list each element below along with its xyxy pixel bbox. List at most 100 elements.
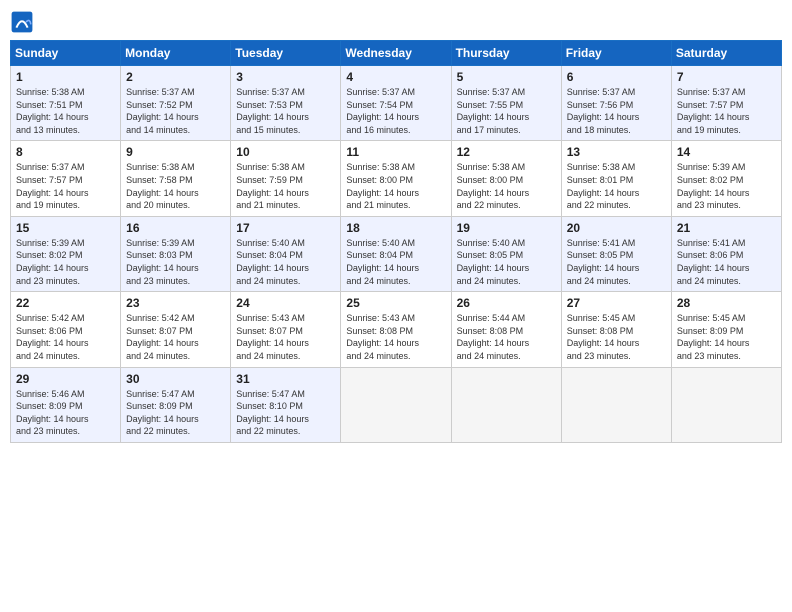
day-number: 10 <box>236 145 335 159</box>
calendar-cell: 6 Sunrise: 5:37 AM Sunset: 7:56 PM Daylig… <box>561 66 671 141</box>
day-info: Sunrise: 5:37 AM Sunset: 7:52 PM Dayligh… <box>126 86 225 136</box>
day-info: Sunrise: 5:37 AM Sunset: 7:54 PM Dayligh… <box>346 86 445 136</box>
day-info: Sunrise: 5:39 AM Sunset: 8:02 PM Dayligh… <box>16 237 115 287</box>
calendar-cell: 21Sunrise: 5:41 AM Sunset: 8:06 PM Dayli… <box>671 216 781 291</box>
day-info: Sunrise: 5:37 AM Sunset: 7:57 PM Dayligh… <box>16 161 115 211</box>
calendar-cell: 10 Sunrise: 5:38 AM Sunset: 7:59 PM Dayli… <box>231 141 341 216</box>
day-info: Sunrise: 5:41 AM Sunset: 8:06 PM Dayligh… <box>677 237 776 287</box>
day-info: Sunrise: 5:42 AM Sunset: 8:06 PM Dayligh… <box>16 312 115 362</box>
calendar-cell <box>451 367 561 442</box>
day-number: 26 <box>457 296 556 310</box>
calendar-cell: 26 Sunrise: 5:44 AM Sunset: 8:08 PM Dayli… <box>451 292 561 367</box>
calendar-cell: 14 Sunrise: 5:39 AM Sunset: 8:02 PM Dayli… <box>671 141 781 216</box>
day-info: Sunrise: 5:38 AM Sunset: 8:00 PM Dayligh… <box>346 161 445 211</box>
day-info: Sunrise: 5:47 AM Sunset: 8:09 PM Dayligh… <box>126 388 225 438</box>
day-info: Sunrise: 5:37 AM Sunset: 7:53 PM Dayligh… <box>236 86 335 136</box>
day-info: Sunrise: 5:45 AM Sunset: 8:08 PM Dayligh… <box>567 312 666 362</box>
day-info: Sunrise: 5:41 AM Sunset: 8:05 PM Dayligh… <box>567 237 666 287</box>
calendar-cell: 20 Sunrise: 5:41 AM Sunset: 8:05 PM Dayli… <box>561 216 671 291</box>
column-header-saturday: Saturday <box>671 41 781 66</box>
day-number: 4 <box>346 70 445 84</box>
calendar-table: SundayMondayTuesdayWednesdayThursdayFrid… <box>10 40 782 443</box>
day-info: Sunrise: 5:42 AM Sunset: 8:07 PM Dayligh… <box>126 312 225 362</box>
day-number: 28 <box>677 296 776 310</box>
day-number: 8 <box>16 145 115 159</box>
calendar-week-row: 29 Sunrise: 5:46 AM Sunset: 8:09 PM Dayli… <box>11 367 782 442</box>
calendar-cell: 24 Sunrise: 5:43 AM Sunset: 8:07 PM Dayli… <box>231 292 341 367</box>
day-number: 9 <box>126 145 225 159</box>
calendar-cell: 3Sunrise: 5:37 AM Sunset: 7:53 PM Daylig… <box>231 66 341 141</box>
calendar-cell: 15Sunrise: 5:39 AM Sunset: 8:02 PM Dayli… <box>11 216 121 291</box>
calendar-header-row: SundayMondayTuesdayWednesdayThursdayFrid… <box>11 41 782 66</box>
day-number: 12 <box>457 145 556 159</box>
calendar-week-row: 15Sunrise: 5:39 AM Sunset: 8:02 PM Dayli… <box>11 216 782 291</box>
day-number: 2 <box>126 70 225 84</box>
day-info: Sunrise: 5:38 AM Sunset: 7:59 PM Dayligh… <box>236 161 335 211</box>
day-info: Sunrise: 5:37 AM Sunset: 7:56 PM Dayligh… <box>567 86 666 136</box>
calendar-cell: 7 Sunrise: 5:37 AM Sunset: 7:57 PM Daylig… <box>671 66 781 141</box>
day-info: Sunrise: 5:39 AM Sunset: 8:02 PM Dayligh… <box>677 161 776 211</box>
calendar-cell: 16Sunrise: 5:39 AM Sunset: 8:03 PM Dayli… <box>121 216 231 291</box>
column-header-wednesday: Wednesday <box>341 41 451 66</box>
logo-icon <box>10 10 34 34</box>
day-info: Sunrise: 5:38 AM Sunset: 8:00 PM Dayligh… <box>457 161 556 211</box>
day-number: 31 <box>236 372 335 386</box>
calendar-cell: 28Sunrise: 5:45 AM Sunset: 8:09 PM Dayli… <box>671 292 781 367</box>
day-number: 25 <box>346 296 445 310</box>
day-number: 19 <box>457 221 556 235</box>
column-header-monday: Monday <box>121 41 231 66</box>
calendar-cell: 13 Sunrise: 5:38 AM Sunset: 8:01 PM Dayli… <box>561 141 671 216</box>
day-number: 24 <box>236 296 335 310</box>
day-info: Sunrise: 5:38 AM Sunset: 8:01 PM Dayligh… <box>567 161 666 211</box>
calendar-cell: 23 Sunrise: 5:42 AM Sunset: 8:07 PM Dayli… <box>121 292 231 367</box>
calendar-cell: 2 Sunrise: 5:37 AM Sunset: 7:52 PM Daylig… <box>121 66 231 141</box>
calendar-cell <box>561 367 671 442</box>
day-info: Sunrise: 5:46 AM Sunset: 8:09 PM Dayligh… <box>16 388 115 438</box>
calendar-cell: 17 Sunrise: 5:40 AM Sunset: 8:04 PM Dayli… <box>231 216 341 291</box>
calendar-cell: 11Sunrise: 5:38 AM Sunset: 8:00 PM Dayli… <box>341 141 451 216</box>
column-header-tuesday: Tuesday <box>231 41 341 66</box>
calendar-cell: 12 Sunrise: 5:38 AM Sunset: 8:00 PM Dayli… <box>451 141 561 216</box>
logo <box>10 10 38 34</box>
column-header-thursday: Thursday <box>451 41 561 66</box>
day-number: 17 <box>236 221 335 235</box>
day-info: Sunrise: 5:47 AM Sunset: 8:10 PM Dayligh… <box>236 388 335 438</box>
day-number: 7 <box>677 70 776 84</box>
calendar-week-row: 22 Sunrise: 5:42 AM Sunset: 8:06 PM Dayli… <box>11 292 782 367</box>
day-info: Sunrise: 5:37 AM Sunset: 7:55 PM Dayligh… <box>457 86 556 136</box>
day-info: Sunrise: 5:44 AM Sunset: 8:08 PM Dayligh… <box>457 312 556 362</box>
day-number: 5 <box>457 70 556 84</box>
day-number: 20 <box>567 221 666 235</box>
day-number: 22 <box>16 296 115 310</box>
day-info: Sunrise: 5:38 AM Sunset: 7:58 PM Dayligh… <box>126 161 225 211</box>
day-number: 6 <box>567 70 666 84</box>
day-info: Sunrise: 5:37 AM Sunset: 7:57 PM Dayligh… <box>677 86 776 136</box>
day-number: 14 <box>677 145 776 159</box>
calendar-cell: 8 Sunrise: 5:37 AM Sunset: 7:57 PM Daylig… <box>11 141 121 216</box>
day-number: 29 <box>16 372 115 386</box>
day-number: 13 <box>567 145 666 159</box>
day-info: Sunrise: 5:43 AM Sunset: 8:08 PM Dayligh… <box>346 312 445 362</box>
calendar-cell: 9 Sunrise: 5:38 AM Sunset: 7:58 PM Daylig… <box>121 141 231 216</box>
calendar-cell: 1Sunrise: 5:38 AM Sunset: 7:51 PM Daylig… <box>11 66 121 141</box>
calendar-cell: 4 Sunrise: 5:37 AM Sunset: 7:54 PM Daylig… <box>341 66 451 141</box>
calendar-cell: 19Sunrise: 5:40 AM Sunset: 8:05 PM Dayli… <box>451 216 561 291</box>
day-info: Sunrise: 5:40 AM Sunset: 8:04 PM Dayligh… <box>236 237 335 287</box>
calendar-cell: 27 Sunrise: 5:45 AM Sunset: 8:08 PM Dayli… <box>561 292 671 367</box>
calendar-cell: 31 Sunrise: 5:47 AM Sunset: 8:10 PM Dayli… <box>231 367 341 442</box>
day-info: Sunrise: 5:43 AM Sunset: 8:07 PM Dayligh… <box>236 312 335 362</box>
day-number: 30 <box>126 372 225 386</box>
calendar-cell: 30 Sunrise: 5:47 AM Sunset: 8:09 PM Dayli… <box>121 367 231 442</box>
calendar-cell: 25 Sunrise: 5:43 AM Sunset: 8:08 PM Dayli… <box>341 292 451 367</box>
day-number: 16 <box>126 221 225 235</box>
calendar-cell: 18Sunrise: 5:40 AM Sunset: 8:04 PM Dayli… <box>341 216 451 291</box>
day-number: 27 <box>567 296 666 310</box>
day-number: 18 <box>346 221 445 235</box>
calendar-cell <box>671 367 781 442</box>
calendar-cell: 29 Sunrise: 5:46 AM Sunset: 8:09 PM Dayli… <box>11 367 121 442</box>
day-number: 23 <box>126 296 225 310</box>
day-info: Sunrise: 5:38 AM Sunset: 7:51 PM Dayligh… <box>16 86 115 136</box>
calendar-cell <box>341 367 451 442</box>
calendar-week-row: 8 Sunrise: 5:37 AM Sunset: 7:57 PM Daylig… <box>11 141 782 216</box>
calendar-week-row: 1Sunrise: 5:38 AM Sunset: 7:51 PM Daylig… <box>11 66 782 141</box>
